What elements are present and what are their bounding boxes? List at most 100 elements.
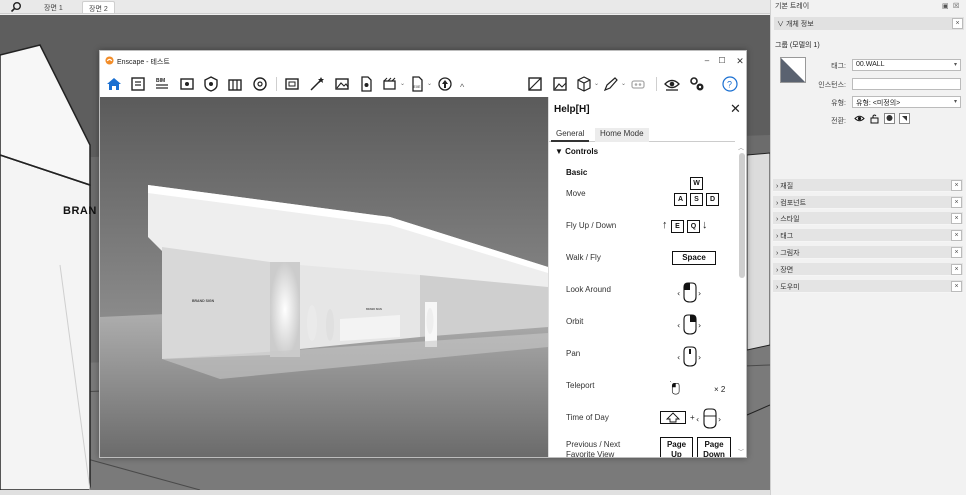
help-close-button[interactable]: ✕ [730,101,741,117]
pen-icon[interactable] [602,75,620,93]
close-icon[interactable]: × [951,230,962,241]
vr-headset-icon[interactable] [629,75,647,93]
status-bar [0,490,770,495]
entity-info-title: 개체 정보 [785,21,814,28]
tray-section-tags[interactable]: › 태그 × [773,229,963,242]
control-label: Orbit [566,317,584,326]
chevron-down-icon[interactable]: ⌄ [427,80,432,87]
building-icon[interactable] [226,75,244,93]
scene-tab-1[interactable]: 장면 1 [38,1,69,13]
entity-info-header-label: ∨ 개체 정보 [777,19,814,29]
shift-plus-mouse: + ‹ › [660,407,732,435]
chevron-up-icon[interactable]: ^ [460,82,464,92]
close-icon[interactable]: × [951,247,962,258]
image-icon[interactable] [333,75,351,93]
toolbar-separator [276,77,277,91]
controls-section-header[interactable]: ▼ Controls [555,147,598,156]
render-view-icon[interactable] [178,75,196,93]
close-icon[interactable]: ☒ [953,2,959,10]
svg-text:‹: ‹ [677,289,680,298]
pin-icon[interactable]: ▣ [942,2,949,10]
tray-section-instructor[interactable]: › 도우미 × [773,280,963,293]
section-title: 도우미 [780,284,800,291]
chevron-down-icon[interactable]: ⌄ [594,80,599,87]
enscape-titlebar[interactable]: Enscape - 테스트 – ☐ ✕ [100,51,746,71]
instance-input[interactable] [852,78,961,90]
screenshot-icon[interactable] [283,75,301,93]
group-name: 그룹 (모델의 1) [775,42,820,49]
export-file-icon[interactable] [357,75,375,93]
mouse-scroll-icon: ‹ › [696,408,721,429]
key-w: W [690,177,703,190]
scrollbar-thumb[interactable] [739,153,745,278]
upload-icon[interactable] [436,75,454,93]
scroll-down-icon[interactable]: ﹀ [738,447,744,456]
close-icon[interactable]: × [951,281,962,292]
key-shift [660,411,686,424]
shield-icon[interactable] [202,75,220,93]
section-title: 스타일 [780,216,800,223]
tag-value: 00.WALL [856,61,885,68]
gear-icon[interactable] [688,75,706,93]
close-icon[interactable]: × [951,213,962,224]
tab-general[interactable]: General [551,128,590,142]
close-icon[interactable]: × [951,197,962,208]
asset-library-icon[interactable] [129,75,147,93]
svg-text:?: ? [727,80,732,90]
enscape-render-view[interactable]: BRAND SIGN BRAND SIGN [100,97,548,457]
teleport-multiplier: × 2 [714,385,726,394]
visual-settings-icon[interactable] [663,75,681,93]
toolbar-separator [656,77,657,91]
plus-sign: + [690,413,695,422]
chevron-down-icon[interactable]: ⌄ [400,80,405,87]
video-editor-icon[interactable] [381,75,399,93]
tray-section-scenes[interactable]: › 장면 × [773,263,963,276]
enscape-window[interactable]: Enscape - 테스트 – ☐ ✕ BIM ⌄ EXE ⌄ ^ ⌄ ⌄ ? … [99,50,747,458]
type-select[interactable]: 유형: <미정의> ▾ [852,96,961,108]
tray-section-components[interactable]: › 컴포넌트 × [773,196,963,209]
receive-shadows-icon[interactable] [884,113,895,124]
bim-icon[interactable]: BIM [153,75,171,93]
tray-section-styles[interactable]: › 스타일 × [773,212,963,225]
scroll-up-icon[interactable]: ︿ [738,143,744,152]
magic-wand-icon[interactable] [308,75,326,93]
help-scrollbar[interactable]: ︿ ﹀ [735,143,746,457]
scene-tab-2[interactable]: 장면 2 [82,1,115,13]
section-label: › 컴포넌트 [776,198,806,208]
control-row-prev-next-view: Previous / Next Favorite View Page Up Pa… [566,437,732,457]
brand-sign-text: BRAN [63,205,97,217]
tag-select[interactable]: 00.WALL ▾ [852,59,961,71]
entity-info-header[interactable]: ∨ 개체 정보 × [774,17,964,30]
control-row-orbit: Orbit ‹ › [566,314,732,341]
cube-icon[interactable] [575,75,593,93]
lock-icon[interactable] [869,113,880,124]
tab-home-mode[interactable]: Home Mode [595,128,649,142]
sketchup-scene-bar: 장면 1 장면 2 [0,0,770,14]
tray-section-materials[interactable]: › 재질 × [773,179,963,192]
control-row-time-of-day: Time of Day + ‹ › [566,408,732,437]
visibility-eye-icon[interactable] [854,113,865,124]
close-icon[interactable]: × [952,18,963,29]
home-icon[interactable] [105,75,123,93]
control-row-teleport: Teleport × 2 [566,380,732,405]
settings-icon[interactable] [251,75,269,93]
svg-text:‹: ‹ [696,415,699,424]
control-label: Move [566,189,586,198]
close-icon[interactable]: × [951,264,962,275]
mouse-left-drag-icon: ‹ › [677,282,701,303]
help-title: Help[H] [554,104,590,115]
view-management-icon[interactable] [526,75,544,93]
gallery-icon[interactable] [551,75,569,93]
maximize-button[interactable]: ☐ [712,54,732,68]
control-row-fly: Fly Up / Down ↑ E Q ↓ [566,219,732,245]
control-label: Teleport [566,381,595,390]
close-button[interactable]: ✕ [730,54,746,68]
cast-shadows-icon[interactable] [899,113,910,124]
tray-section-shadows[interactable]: › 그림자 × [773,246,963,259]
chevron-down-icon[interactable]: ⌄ [621,80,626,87]
help-icon[interactable]: ? [721,75,739,93]
search-icon[interactable] [10,1,22,13]
exe-export-icon[interactable]: EXE [408,75,426,93]
close-icon[interactable]: × [951,180,962,191]
space-key-wrap: Space [662,247,732,275]
